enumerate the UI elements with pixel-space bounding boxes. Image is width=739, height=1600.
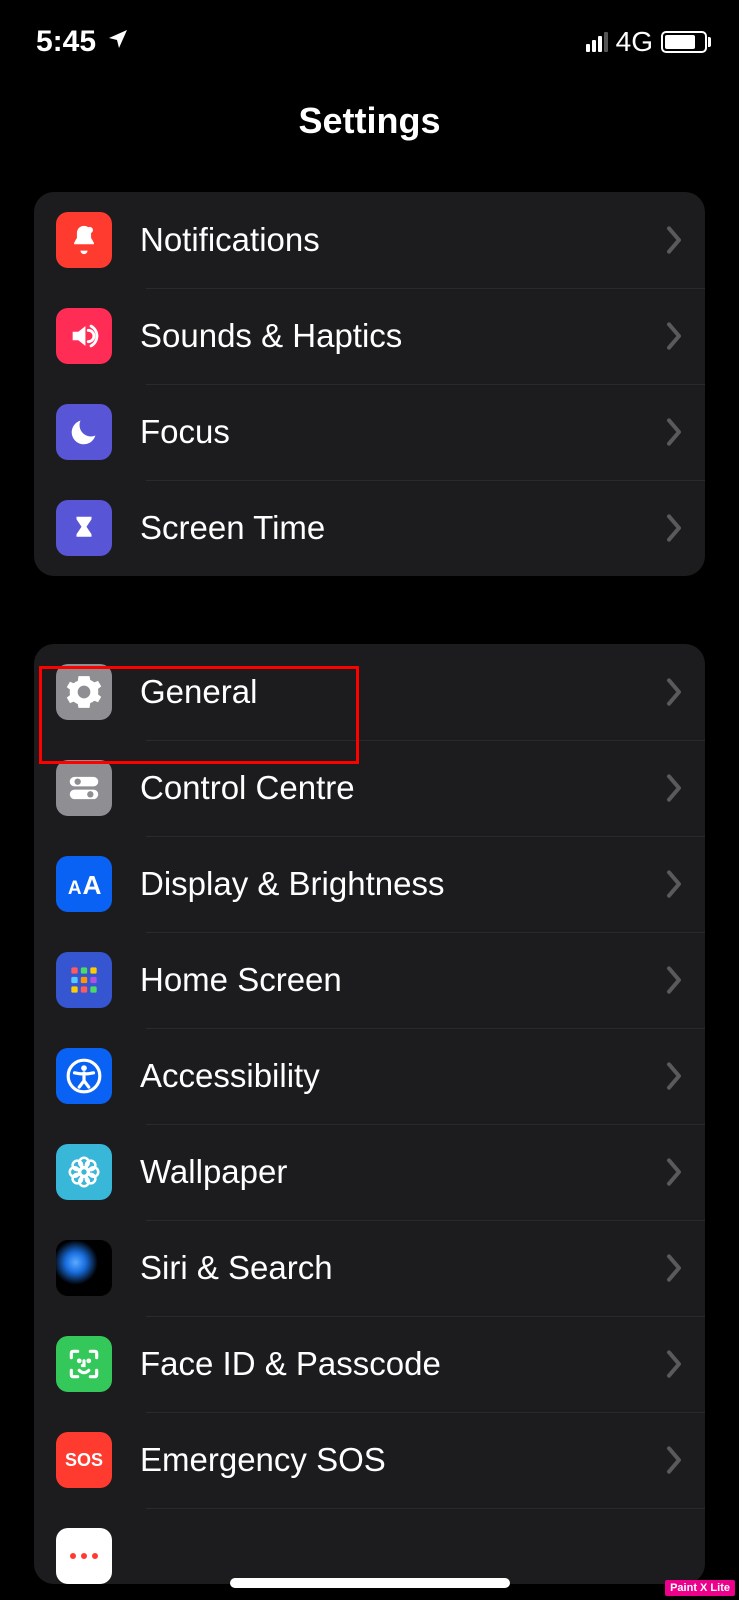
accessibility-icon (56, 1048, 112, 1104)
row-label: Focus (140, 413, 665, 451)
row-label: Home Screen (140, 961, 665, 999)
settings-group-general: General Control Centre AA Display & Brig… (34, 644, 705, 1584)
row-notifications[interactable]: Notifications (34, 192, 705, 288)
status-time: 5:45 (36, 25, 96, 59)
page-title: Settings (0, 70, 739, 172)
cellular-signal-icon (586, 32, 608, 52)
text-size-icon: AA (56, 856, 112, 912)
row-label: Wallpaper (140, 1153, 665, 1191)
row-label: Face ID & Passcode (140, 1345, 665, 1383)
chevron-right-icon (665, 1349, 683, 1379)
row-label: Sounds & Haptics (140, 317, 665, 355)
bell-icon (56, 212, 112, 268)
status-bar: 5:45 4G (0, 0, 739, 70)
status-right: 4G (586, 26, 707, 58)
chevron-right-icon (665, 1253, 683, 1283)
chevron-right-icon (665, 965, 683, 995)
hourglass-icon (56, 500, 112, 556)
svg-text:A: A (83, 870, 102, 900)
row-label: Accessibility (140, 1057, 665, 1095)
row-label: Screen Time (140, 509, 665, 547)
flower-icon (56, 1144, 112, 1200)
row-wallpaper[interactable]: Wallpaper (34, 1124, 705, 1220)
row-general[interactable]: General (34, 644, 705, 740)
home-indicator[interactable] (230, 1578, 510, 1588)
chevron-right-icon (665, 513, 683, 543)
chevron-right-icon (665, 225, 683, 255)
row-control-centre[interactable]: Control Centre (34, 740, 705, 836)
home-icon (56, 952, 112, 1008)
watermark: Paint X Lite (665, 1580, 735, 1596)
row-faceid-passcode[interactable]: Face ID & Passcode (34, 1316, 705, 1412)
exposure-icon (56, 1528, 112, 1584)
switches-icon (56, 760, 112, 816)
chevron-right-icon (665, 417, 683, 447)
row-accessibility[interactable]: Accessibility (34, 1028, 705, 1124)
chevron-right-icon (665, 321, 683, 351)
chevron-right-icon (665, 677, 683, 707)
chevron-right-icon (665, 1445, 683, 1475)
row-label: Siri & Search (140, 1249, 665, 1287)
svg-text:SOS: SOS (65, 1450, 103, 1470)
moon-icon (56, 404, 112, 460)
row-label: Display & Brightness (140, 865, 665, 903)
row-home-screen[interactable]: Home Screen (34, 932, 705, 1028)
row-label: Emergency SOS (140, 1441, 665, 1479)
row-focus[interactable]: Focus (34, 384, 705, 480)
gear-icon (56, 664, 112, 720)
chevron-right-icon (665, 869, 683, 899)
siri-icon (56, 1240, 112, 1296)
speaker-icon (56, 308, 112, 364)
sos-icon: SOS (56, 1432, 112, 1488)
settings-list[interactable]: Notifications Sounds & Haptics Focus Scr… (0, 172, 739, 1600)
status-left: 5:45 (36, 25, 130, 59)
chevron-right-icon (665, 1061, 683, 1091)
row-screen-time[interactable]: Screen Time (34, 480, 705, 576)
svg-text:A: A (68, 878, 82, 899)
chevron-right-icon (665, 773, 683, 803)
row-label: Notifications (140, 221, 665, 259)
row-sounds-haptics[interactable]: Sounds & Haptics (34, 288, 705, 384)
faceid-icon (56, 1336, 112, 1392)
row-siri-search[interactable]: Siri & Search (34, 1220, 705, 1316)
chevron-right-icon (665, 1157, 683, 1187)
row-label: General (140, 673, 665, 711)
row-emergency-sos[interactable]: SOS Emergency SOS (34, 1412, 705, 1508)
row-partial[interactable] (34, 1508, 705, 1584)
location-icon (106, 25, 130, 59)
network-type-label: 4G (616, 26, 653, 58)
row-display-brightness[interactable]: AA Display & Brightness (34, 836, 705, 932)
battery-icon (661, 31, 707, 53)
settings-group-notifications: Notifications Sounds & Haptics Focus Scr… (34, 192, 705, 576)
row-label: Control Centre (140, 769, 665, 807)
